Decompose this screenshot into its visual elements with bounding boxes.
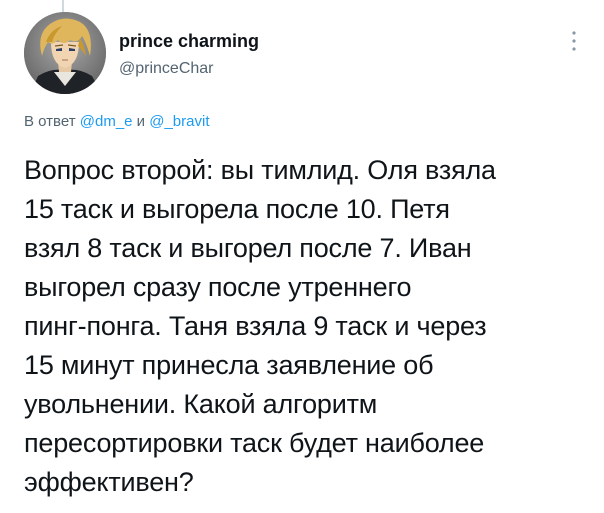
tweet-text-line: 15 минут принесла заявление об xyxy=(24,350,434,380)
author-display-name[interactable]: prince charming xyxy=(119,30,499,52)
tweet-text-line: эффективен? xyxy=(24,467,194,497)
tweet-text-line: 15 таск и выгорела после 10. Петя xyxy=(24,194,450,224)
mention-link-bravit[interactable]: @_bravit xyxy=(149,113,209,130)
reply-prefix: В ответ xyxy=(24,113,76,130)
tweet-text-line: пересортировки таск будет наиболее xyxy=(24,428,485,458)
mention-link-dm-e[interactable]: @dm_e xyxy=(80,113,133,130)
tweet-text: Вопрос второй: вы тимлид. Оля взяла 15 т… xyxy=(24,151,594,502)
tweet-text-line: выгорел сразу после утреннего xyxy=(24,272,412,302)
avatar[interactable] xyxy=(24,12,106,94)
tweet: prince charming @princeChar В ответ @dm_… xyxy=(0,0,604,513)
anime-character-avatar-icon xyxy=(24,12,106,94)
tweet-text-line: взял 8 таск и выгорел после 7. Иван xyxy=(24,233,472,263)
author-handle[interactable]: @princeChar xyxy=(119,58,499,80)
thread-line xyxy=(62,0,64,12)
tweet-text-line: Вопрос второй: вы тимлид. Оля взяла xyxy=(24,155,496,185)
reply-context: В ответ @dm_e и @_bravit xyxy=(24,112,209,132)
more-vertical-icon xyxy=(572,31,576,51)
tweet-text-line: пинг-понга. Таня взяла 9 таск и через xyxy=(24,311,487,341)
tweet-text-line: увольнении. Какой алгоритм xyxy=(24,389,378,419)
reply-conjunction: и xyxy=(136,113,146,130)
tweet-header: prince charming @princeChar xyxy=(24,12,594,104)
author-info: prince charming @princeChar xyxy=(119,30,499,80)
more-options-button[interactable] xyxy=(564,26,584,56)
